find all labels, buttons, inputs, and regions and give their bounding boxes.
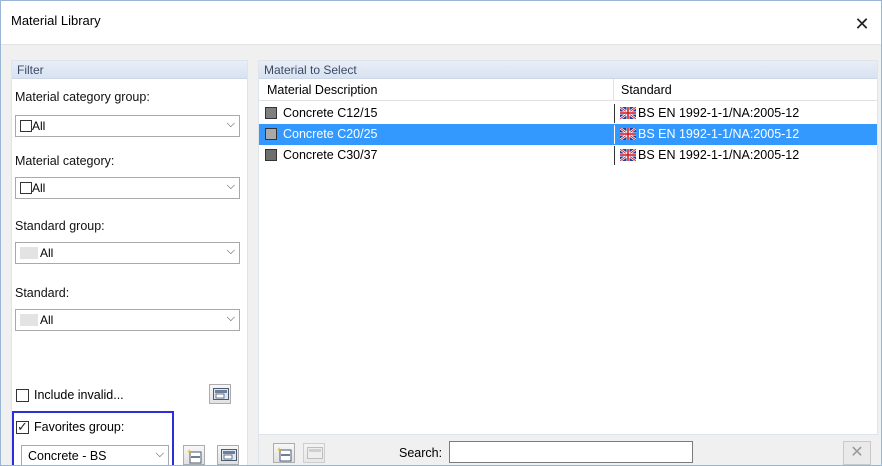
clear-icon: ✕ [850,444,864,461]
search-input[interactable] [449,441,693,463]
material-row[interactable]: Concrete C12/15 BS EN 1992-1-1/NA:2005-12 [259,103,877,124]
favorites-group-label: Favorites group: [34,420,125,434]
category-group-label: Material category group: [15,90,150,104]
filter-header: Filter [12,61,247,79]
material-description: Concrete C12/15 [283,106,378,120]
material-row[interactable]: Concrete C30/37 BS EN 1992-1-1/NA:2005-12 [259,145,877,166]
favorites-group-checkbox[interactable]: ✓ [16,419,29,434]
material-select-header: Material to Select [259,61,877,79]
cell-divider [614,125,615,144]
material-description: Concrete C20/25 [283,127,378,141]
swatch-icon [20,247,38,259]
category-group-value: All [32,119,46,133]
checkbox-icon [20,182,32,194]
checkbox-icon [20,120,32,132]
chevron-down-icon[interactable]: ⌵ [227,118,235,131]
chevron-down-icon[interactable]: ⌵ [227,312,235,325]
standard-label: Standard: [15,286,70,300]
material-standard: BS EN 1992-1-1/NA:2005-12 [638,106,800,120]
standard-group-select[interactable]: All ⌵ [15,242,240,264]
checkmark-icon: ✓ [17,419,28,434]
new-favorite-button[interactable] [183,445,205,465]
color-swatch-icon [265,128,277,140]
bottom-toolbar: Search: ✕ [258,435,878,465]
edit-favorite-icon [221,449,237,461]
material-row[interactable]: Concrete C20/25 BS EN 1992-1-1/NA:2005-12 [259,124,877,145]
category-select[interactable]: All ⌵ [15,177,240,199]
color-swatch-icon [265,149,277,161]
category-value: All [32,181,46,195]
table-header: Material Description Standard [259,79,877,101]
add-material-button[interactable] [273,443,295,463]
include-invalid-label: Include invalid... [34,388,124,402]
swatch-icon [20,314,38,326]
material-description: Concrete C30/37 [283,148,378,162]
filter-panel: Filter Material category group: All ⌵ Ma… [11,60,248,465]
uk-flag-icon [619,106,637,122]
standard-value: All [40,313,54,327]
column-divider[interactable] [613,79,614,101]
color-swatch-icon [265,107,277,119]
chevron-down-icon[interactable]: ⌵ [227,245,235,258]
standard-group-value: All [40,246,54,260]
material-library-dialog: Material Library ✕ Filter Material categ… [0,0,882,466]
standard-select[interactable]: All ⌵ [15,309,240,331]
search-label: Search: [399,446,443,460]
material-standard: BS EN 1992-1-1/NA:2005-12 [638,127,800,141]
close-icon[interactable]: ✕ [843,9,881,39]
favorites-group-value: Concrete - BS [28,449,107,463]
edit-icon [307,447,323,459]
cell-divider [614,146,615,165]
filter-settings-button[interactable] [209,384,231,404]
include-invalid-checkbox[interactable] [16,389,29,402]
filter-settings-icon [213,388,229,400]
column-header-description[interactable]: Material Description [267,83,377,97]
column-header-standard[interactable]: Standard [621,83,672,97]
category-label: Material category: [15,154,115,168]
clear-search-button[interactable]: ✕ [843,441,871,465]
title-bar: Material Library ✕ [1,1,881,45]
category-group-select[interactable]: All ⌵ [15,115,240,137]
favorites-group-select[interactable]: Concrete - BS ⌵ [21,445,169,465]
edit-favorite-button[interactable] [217,445,239,465]
add-icon [277,447,292,462]
uk-flag-icon [619,127,637,143]
chevron-down-icon[interactable]: ⌵ [227,180,235,193]
dialog-title: Material Library [11,13,101,28]
standard-group-label: Standard group: [15,219,105,233]
cell-divider [614,104,615,123]
material-standard: BS EN 1992-1-1/NA:2005-12 [638,148,800,162]
new-favorite-icon [187,449,202,464]
chevron-down-icon[interactable]: ⌵ [156,448,164,461]
uk-flag-icon [619,148,637,164]
edit-material-button[interactable] [303,443,325,463]
material-select-panel: Material to Select Material Description … [258,60,878,435]
